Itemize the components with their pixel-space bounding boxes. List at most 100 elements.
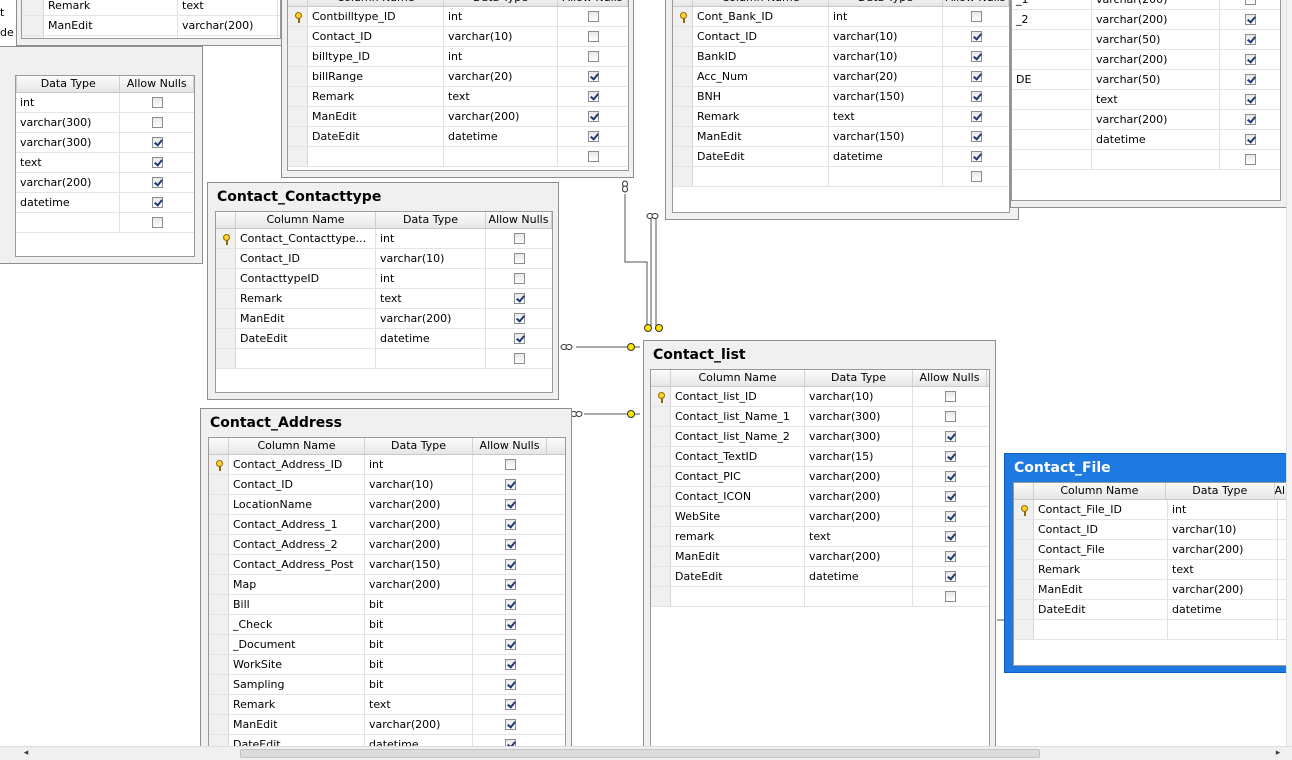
allow-nulls-checkbox[interactable] — [944, 531, 956, 542]
table-row[interactable]: Contact_Address_1 varchar(200) — [209, 515, 565, 535]
allow-nulls-checkbox[interactable] — [1244, 114, 1256, 125]
table-row[interactable]: billtype_ID int — [288, 47, 628, 67]
allow-nulls-checkbox[interactable] — [970, 151, 982, 162]
table-contact-contacttype[interactable]: Contact_Contacttype Column Name Data Type A… — [207, 182, 559, 400]
column-name-cell[interactable]: Cont_Bank_ID — [693, 7, 829, 26]
row-selector[interactable] — [673, 147, 693, 166]
row-selector[interactable] — [209, 695, 229, 714]
table-row[interactable]: ContacttypeID int — [216, 269, 552, 289]
data-type-cell[interactable]: varchar(200) — [376, 309, 486, 328]
table-row[interactable]: Contact_Address_ID int — [209, 455, 565, 475]
row-selector[interactable] — [209, 675, 229, 694]
horizontal-scrollbar[interactable]: ◂ ▸ — [0, 746, 1292, 760]
allow-nulls-checkbox[interactable] — [504, 699, 516, 710]
column-name-cell[interactable] — [1012, 50, 1092, 69]
table-row[interactable]: ManEdit varchar(200) — [216, 309, 552, 329]
row-selector[interactable] — [209, 655, 229, 674]
column-name-cell[interactable] — [1012, 110, 1092, 129]
table-row[interactable]: Map varchar(200) — [209, 575, 565, 595]
column-name-cell[interactable]: Contact_ID — [308, 27, 444, 46]
allow-nulls-checkbox[interactable] — [151, 117, 163, 128]
column-name-cell[interactable] — [671, 587, 805, 606]
allow-nulls-checkbox[interactable] — [504, 739, 516, 746]
row-selector[interactable] — [209, 455, 229, 474]
table-row[interactable]: Contact_list_Name_1 varchar(300) — [651, 407, 989, 427]
data-type-cell[interactable] — [1092, 150, 1220, 169]
allow-nulls-checkbox[interactable] — [944, 431, 956, 442]
table-row[interactable]: DateEditdatetime — [209, 735, 565, 746]
data-type-cell[interactable]: varchar(150) — [829, 87, 943, 106]
row-selector[interactable] — [1014, 620, 1034, 639]
data-type-cell[interactable]: varchar(10) — [1168, 520, 1278, 539]
table-row[interactable]: Contact_ID varchar(10) — [288, 27, 628, 47]
row-selector[interactable] — [216, 349, 236, 368]
allow-nulls-checkbox[interactable] — [504, 679, 516, 690]
allow-nulls-checkbox[interactable] — [513, 353, 525, 364]
table-row[interactable]: _Check bit — [209, 615, 565, 635]
data-type-cell[interactable]: varchar(200) — [1092, 110, 1220, 129]
table-row[interactable] — [1012, 150, 1280, 170]
scrollbar-thumb[interactable] — [240, 749, 1040, 758]
table-row[interactable]: WorkSite bit — [209, 655, 565, 675]
row-selector[interactable] — [209, 555, 229, 574]
row-selector[interactable] — [288, 67, 308, 86]
row-selector[interactable] — [209, 515, 229, 534]
column-name-cell[interactable]: ManEdit — [671, 547, 805, 566]
column-name-cell[interactable]: billRange — [308, 67, 444, 86]
row-selector[interactable] — [1014, 580, 1034, 599]
table-contact-bank[interactable]: Column NameData TypeAllow NullsCont_Bank… — [665, 0, 1019, 220]
allow-nulls-checkbox[interactable] — [970, 31, 982, 42]
column-name-cell[interactable]: DE — [1012, 70, 1092, 89]
table-row[interactable]: Remark text — [209, 695, 565, 715]
table-row[interactable]: Contact_PIC varchar(200) — [651, 467, 989, 487]
table-row[interactable] — [651, 587, 989, 607]
data-type-cell[interactable]: varchar(200) — [444, 107, 558, 126]
row-selector[interactable] — [288, 7, 308, 26]
row-selector[interactable] — [673, 87, 693, 106]
row-selector[interactable] — [216, 309, 236, 328]
table-row[interactable]: Acc_Num varchar(20) — [673, 67, 1009, 87]
row-selector[interactable] — [651, 387, 671, 406]
data-type-cell[interactable]: varchar(10) — [805, 387, 913, 406]
data-type-cell[interactable]: text — [376, 289, 486, 308]
data-type-cell[interactable]: varchar(200) — [1168, 580, 1278, 599]
column-name-cell[interactable]: Sampling — [229, 675, 365, 694]
column-name-cell[interactable]: Contact_ID — [693, 27, 829, 46]
allow-nulls-checkbox[interactable] — [970, 171, 982, 182]
column-name-cell[interactable]: Contbilltype_ID — [308, 7, 444, 26]
row-selector[interactable] — [209, 735, 229, 746]
allow-nulls-checkbox[interactable] — [151, 97, 163, 108]
row-selector[interactable] — [288, 87, 308, 106]
column-name-cell[interactable] — [1012, 90, 1092, 109]
table-row[interactable]: WebSite varchar(200) — [651, 507, 989, 527]
table-row[interactable]: Contact_list_ID varchar(10) — [651, 387, 989, 407]
allow-nulls-checkbox[interactable] — [513, 333, 525, 344]
data-type-cell[interactable]: datetime — [444, 127, 558, 146]
allow-nulls-checkbox[interactable] — [513, 253, 525, 264]
data-type-cell[interactable]: datetime — [178, 36, 278, 38]
data-type-cell[interactable]: varchar(10) — [376, 249, 486, 268]
data-type-cell[interactable]: varchar(300) — [805, 427, 913, 446]
allow-nulls-checkbox[interactable] — [587, 111, 599, 122]
allow-nulls-checkbox[interactable] — [504, 619, 516, 630]
table-row[interactable]: DE varchar(50) — [1012, 70, 1280, 90]
table-row[interactable]: varchar(200) — [16, 173, 194, 193]
column-name-cell[interactable]: WorkSite — [229, 655, 365, 674]
table-row[interactable]: ManEdit varchar(200) — [1014, 580, 1292, 600]
column-name-cell[interactable]: Remark — [693, 107, 829, 126]
table-row[interactable] — [16, 213, 194, 233]
column-name-cell[interactable]: ManEdit — [308, 107, 444, 126]
column-name-cell[interactable]: Bill — [229, 595, 365, 614]
row-selector[interactable] — [651, 407, 671, 426]
allow-nulls-checkbox[interactable] — [587, 11, 599, 22]
column-name-cell[interactable]: DateEdit — [236, 329, 376, 348]
row-selector[interactable] — [1014, 560, 1034, 579]
allow-nulls-checkbox[interactable] — [1244, 134, 1256, 145]
column-name-cell[interactable]: Contact_ID — [236, 249, 376, 268]
table-row[interactable]: varchar(300) — [16, 113, 194, 133]
diagram-canvas[interactable]: t de t RemarktextManEditvarchar(200)Date… — [0, 0, 1292, 746]
allow-nulls-checkbox[interactable] — [504, 579, 516, 590]
table-row[interactable]: datetime — [1012, 130, 1280, 150]
data-type-cell[interactable]: varchar(200) — [1168, 540, 1278, 559]
data-type-cell[interactable]: varchar(10) — [829, 27, 943, 46]
